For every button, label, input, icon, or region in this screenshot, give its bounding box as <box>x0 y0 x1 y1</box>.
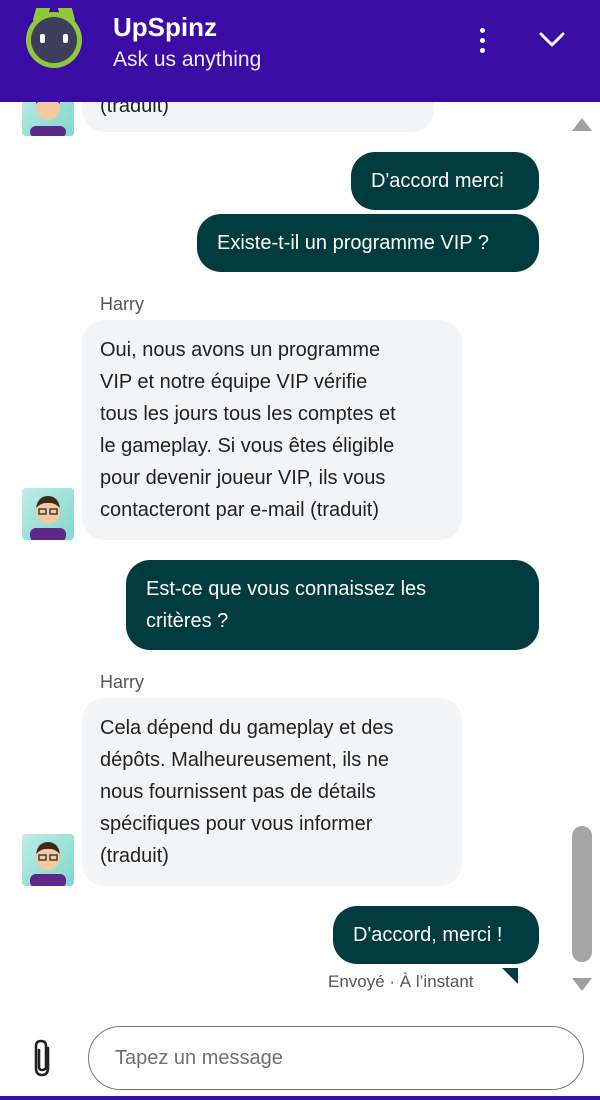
delivery-status: Envoyé · À l’instant <box>328 972 474 991</box>
message-bubble-user: Est-ce que vous connaissez les critères … <box>126 560 539 650</box>
paperclip-icon <box>34 1039 50 1077</box>
message-bubble-agent: (traduit) <box>82 102 434 132</box>
sender-name: Harry <box>100 294 144 314</box>
brand-tagline: Ask us anything <box>113 48 262 71</box>
message-list[interactable]: (traduit) D'accord merci Existe-t-il un … <box>0 102 600 1010</box>
upspinz-logo-icon <box>26 8 82 68</box>
scrollbar-thumb[interactable] <box>572 826 592 962</box>
chevron-down-icon <box>539 32 565 47</box>
attach-file-button[interactable] <box>28 1038 58 1080</box>
brand-name: UpSpinz <box>113 12 217 42</box>
message-bubble-user: D'accord, merci ! <box>333 906 539 964</box>
message-bubble-user: D'accord merci <box>351 152 539 210</box>
message-composer <box>0 1010 600 1100</box>
scroll-down-icon[interactable] <box>572 978 592 991</box>
sender-name: Harry <box>100 672 144 692</box>
bottom-border <box>0 1096 600 1100</box>
agent-avatar <box>22 488 74 540</box>
scroll-up-icon[interactable] <box>572 118 592 131</box>
chat-header: UpSpinz Ask us anything <box>0 0 600 102</box>
more-options-button[interactable] <box>470 24 494 58</box>
message-bubble-agent: Cela dépend du gameplay et des dépôts. M… <box>82 698 462 886</box>
message-input[interactable] <box>88 1026 584 1090</box>
message-bubble-agent: Oui, nous avons un programme VIP et notr… <box>82 320 462 540</box>
message-bubble-user: Existe-t-il un programme VIP ? <box>197 214 539 272</box>
bubble-tail <box>502 968 518 984</box>
agent-avatar <box>22 102 74 136</box>
collapse-chat-button[interactable] <box>536 26 568 54</box>
more-vertical-icon <box>480 28 485 33</box>
agent-avatar <box>22 834 74 886</box>
